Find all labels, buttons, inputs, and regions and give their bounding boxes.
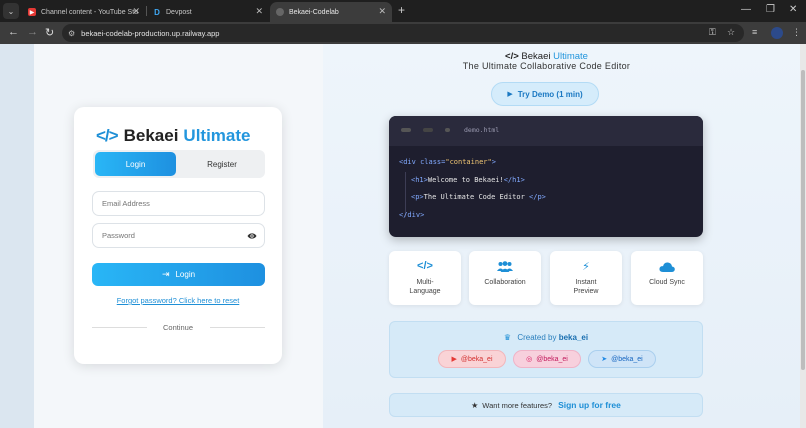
feature-cloud-sync: Cloud Sync <box>631 251 703 305</box>
code-brackets-icon: </> <box>96 126 119 145</box>
close-tab-icon[interactable]: ✕ <box>255 6 263 17</box>
social-handle: @beka_ei <box>536 355 568 363</box>
tab-login[interactable]: Login <box>95 152 176 176</box>
login-card: </> Bekaei Ultimate Login Register ⇥ Log… <box>74 107 282 364</box>
code-line-4: </div> <box>399 211 425 219</box>
crown-icon: ♛ <box>503 333 512 342</box>
feature-instant-preview: ⚡ Instant Preview <box>550 251 622 305</box>
sign-in-icon: ⇥ <box>161 269 170 279</box>
media-control-icon[interactable]: ≡ <box>752 27 757 37</box>
brand-logo: </> Bekaei Ultimate <box>96 126 251 146</box>
browser-tab-bar: ⌄ ▶ Channel content - YouTube Stu ✕ D De… <box>0 0 806 22</box>
feature-label: Collaboration <box>484 279 526 286</box>
address-bar[interactable]: ⚙ bekaei-codelab-production.up.railway.a… <box>62 24 744 42</box>
tab-devpost[interactable]: D Devpost ✕ <box>147 2 269 22</box>
feature-multi-language: </> Multi- Language <box>389 251 461 305</box>
hero-subtitle: The Ultimate Collaborative Code Editor <box>462 61 631 71</box>
instagram-icon: ◎ <box>526 356 533 363</box>
minimize-icon[interactable]: — <box>741 4 751 15</box>
feature-collaboration: Collaboration <box>469 251 541 305</box>
restore-icon[interactable]: ❐ <box>766 4 775 15</box>
code-editor-preview: demo.html <div class="container"> <h1>We… <box>389 116 703 237</box>
browser-menu-icon[interactable]: ⋮ <box>792 27 801 38</box>
show-password-eye-icon[interactable] <box>247 232 257 240</box>
feature-label: Instant <box>575 279 597 286</box>
author-name: beka_ei <box>558 333 589 342</box>
feature-label: Preview <box>573 288 599 295</box>
scrollbar-thumb[interactable] <box>801 70 805 370</box>
feature-label: Language <box>409 288 441 295</box>
url-text: bekaei-codelab-production.up.railway.app <box>81 28 220 38</box>
close-window-icon[interactable]: ✕ <box>789 4 797 15</box>
page: </> Bekaei Ultimate Login Register ⇥ Log… <box>0 44 806 428</box>
youtube-social-link[interactable]: ▶ @beka_ei <box>438 350 506 368</box>
try-demo-button[interactable]: ▶ Try Demo (1 min) <box>491 82 599 106</box>
brand-word-2: Ultimate <box>183 126 251 145</box>
tab-title: Channel content - YouTube Stu <box>41 8 139 16</box>
divider-right <box>210 327 265 328</box>
code-line-1: <div class="container"> <box>399 158 496 166</box>
telegram-social-link[interactable]: ➤ @beka_ei <box>588 350 656 368</box>
code-line-3: <p>The Ultimate Code Editor </p> <box>411 193 546 201</box>
profile-avatar[interactable] <box>771 27 783 39</box>
site-info-icon[interactable]: ⚙ <box>68 29 75 38</box>
window-dot <box>445 128 450 132</box>
close-tab-icon[interactable]: ✕ <box>132 6 140 17</box>
reload-icon[interactable]: ↻ <box>45 26 54 39</box>
brand-word-1: Bekaei <box>123 126 179 145</box>
window-dot <box>423 128 433 132</box>
tab-title: Bekaei-Codelab <box>289 8 339 16</box>
auth-mode-switch: Login Register <box>93 150 265 178</box>
code-icon: </> <box>417 260 433 272</box>
tab-bekaei-codelab[interactable]: Bekaei-Codelab ✕ <box>270 2 392 22</box>
social-handle: @beka_ei <box>611 355 643 363</box>
play-icon: ▶ <box>507 91 513 98</box>
signup-prompt: Want more features? <box>482 400 553 410</box>
signup-link[interactable]: Sign up for free <box>558 400 621 410</box>
created-by-label: Created by <box>517 333 557 342</box>
password-field[interactable] <box>92 223 265 248</box>
login-button[interactable]: ⇥ Login <box>92 263 265 286</box>
tab-register[interactable]: Register <box>181 152 263 176</box>
star-icon: ★ <box>471 400 479 410</box>
window-dot <box>401 128 411 132</box>
browser-toolbar: ← → ↻ ⚙ bekaei-codelab-production.up.rai… <box>0 22 806 44</box>
feature-label: Cloud Sync <box>649 279 685 286</box>
code-line-2: <h1>Welcome to Bekaei!</h1> <box>411 176 525 184</box>
bookmark-star-icon[interactable]: ☆ <box>727 27 735 38</box>
social-handle: @beka_ei <box>460 355 493 363</box>
telegram-icon: ➤ <box>601 356 608 363</box>
editor-header: demo.html <box>389 116 703 146</box>
globe-icon <box>276 8 284 16</box>
cloud-icon <box>659 262 675 272</box>
devpost-icon: D <box>154 7 160 17</box>
tab-title: Devpost <box>166 8 192 16</box>
try-demo-label: Try Demo (1 min) <box>517 89 583 99</box>
forgot-password-link[interactable]: Forgot password? Click here to reset <box>74 296 282 305</box>
tab-search-icon[interactable]: ⌄ <box>3 3 19 19</box>
new-tab-icon[interactable]: + <box>398 3 405 17</box>
back-icon[interactable]: ← <box>8 26 19 38</box>
credits-title: ♛ Created by beka_ei <box>390 333 702 342</box>
password-key-icon[interactable]: ⚿ <box>709 27 716 38</box>
youtube-icon: ▶ <box>28 8 36 16</box>
feature-label: Multi- <box>416 279 434 286</box>
login-button-label: Login <box>175 270 196 279</box>
email-field[interactable] <box>92 191 265 216</box>
users-icon <box>497 261 513 272</box>
credits-box: ♛ Created by beka_ei ▶ @beka_ei ◎ @beka_… <box>389 321 703 378</box>
youtube-icon: ▶ <box>451 356 457 363</box>
bolt-icon: ⚡ <box>582 261 590 273</box>
tab-youtube-studio[interactable]: ▶ Channel content - YouTube Stu ✕ <box>22 2 146 22</box>
forward-icon[interactable]: → <box>27 26 38 38</box>
signup-banner: ★ Want more features? Sign up for free <box>389 393 703 417</box>
editor-filename: demo.html <box>464 126 500 134</box>
close-tab-icon[interactable]: ✕ <box>378 6 386 17</box>
instagram-social-link[interactable]: ◎ @beka_ei <box>513 350 581 368</box>
